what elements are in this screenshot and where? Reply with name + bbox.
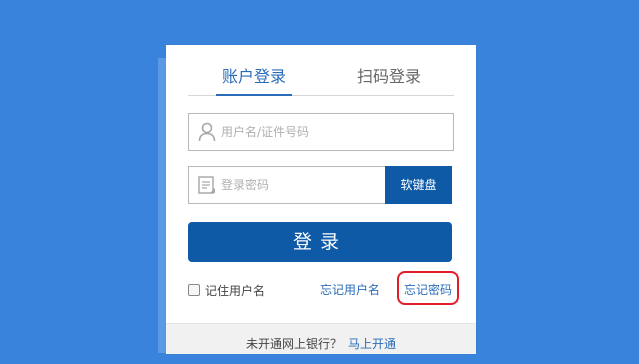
login-tabs: 账户登录 扫码登录 — [188, 57, 454, 96]
footer-question: 未开通网上银行？ — [245, 337, 342, 351]
tab-account-login[interactable]: 账户登录 — [216, 67, 292, 96]
user-icon — [198, 122, 216, 142]
login-button[interactable]: 登录 — [188, 222, 452, 262]
remember-checkbox[interactable] — [188, 284, 200, 296]
signup-link[interactable]: 马上开通 — [348, 337, 396, 351]
side-strip — [158, 58, 166, 353]
keyboard-icon — [198, 175, 216, 195]
remember-label: 记住用户名 — [205, 283, 266, 298]
remember-username[interactable]: 记住用户名 — [188, 281, 265, 299]
forgot-username-link[interactable]: 忘记用户名 — [320, 281, 380, 299]
forgot-password-highlight — [397, 271, 459, 305]
login-panel: 账户登录 扫码登录 软键盘 登录 记住用户名 忘记用户名 忘记 — [166, 45, 476, 354]
username-input[interactable] — [221, 114, 441, 150]
soft-keyboard-button[interactable]: 软键盘 — [385, 166, 452, 204]
password-field[interactable] — [188, 166, 386, 204]
tab-qr-login[interactable]: 扫码登录 — [351, 67, 427, 95]
footer: 未开通网上银行？ 马上开通 — [166, 323, 476, 354]
password-input[interactable] — [221, 167, 371, 203]
username-field[interactable] — [188, 113, 454, 151]
